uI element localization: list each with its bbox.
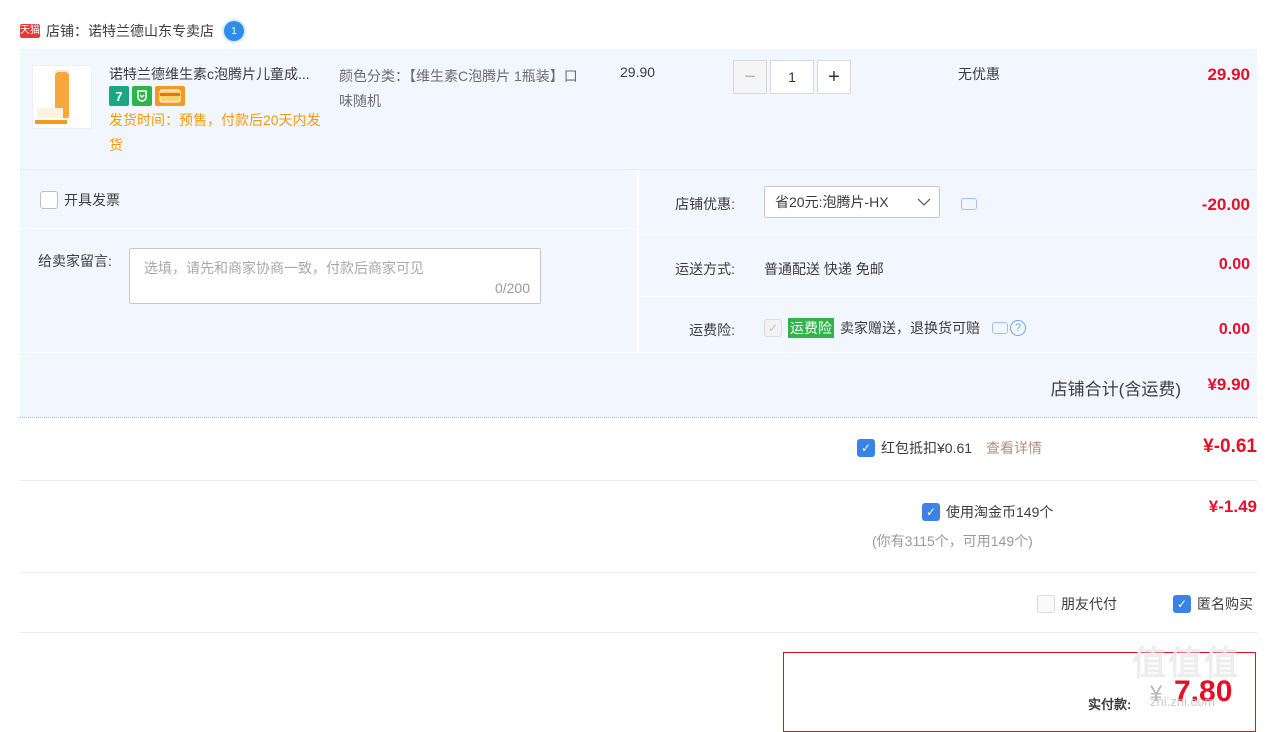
shop-coupon-amount: -20.00 [1201,195,1250,214]
shipping-amount: 0.00 [1218,256,1250,273]
invoice-label: 开具发票 [64,192,120,208]
insurance-amount: 0.00 [1218,321,1250,338]
friend-pay-checkbox[interactable] [1037,595,1055,613]
taojinbi-checkbox[interactable]: ✓ [922,503,940,521]
red-packet-option: ✓ 红包抵扣¥0.61 查看详情 [857,438,1042,458]
payment-label: 实付款: [1088,697,1132,712]
watermark-logo: 值值值 [1132,645,1240,683]
shop-subtotal-amount: ¥9.90 [1207,375,1250,394]
shop-coupon-value: 省20元:泡腾片-HX [775,194,889,210]
red-packet-checkbox[interactable]: ✓ [857,439,875,457]
item-subtotal: 29.90 [1207,65,1250,84]
friend-pay-option[interactable]: 朋友代付 [1037,594,1117,614]
quantity-input[interactable] [770,60,814,94]
shipping-method-value: 普通配送 快递 免邮 [764,261,884,277]
guarantee-icon[interactable] [132,86,152,106]
shop-coupon-label: 店铺优惠: [675,196,735,212]
shipping-method-label: 运送方式: [675,261,735,277]
help-icon[interactable]: ? [1010,320,1026,336]
wangwang-chat-icon[interactable]: 1 [224,21,244,41]
order-options-left: 开具发票 给卖家留言: 选填，请先和商家协商一致，付款后商家可见 0/200 [20,170,637,352]
invoice-checkbox[interactable] [40,191,58,209]
order-item-row: 诺特兰德维生素c泡腾片儿童成... 7 发货时间：预售，付款后20天内发货 颜色… [20,49,1257,170]
insurance-tag: 运费险 [788,318,834,338]
seller-message-textarea[interactable]: 选填，请先和商家协商一致，付款后商家可见 0/200 [129,248,541,304]
product-title-link[interactable]: 诺特兰德维生素c泡腾片儿童成... [109,64,329,84]
anonymous-option[interactable]: ✓ 匿名购买 [1173,594,1253,614]
insurance-message-icon[interactable] [992,322,1008,334]
invoice-option[interactable]: 开具发票 [40,190,120,210]
divider [20,632,1257,633]
divider [20,480,1257,481]
shop-coupon-select[interactable]: 省20元:泡腾片-HX [764,186,940,218]
shop-subtotal-row: 店铺合计(含运费) ¥9.90 [20,353,1257,418]
product-thumbnail[interactable] [32,65,92,129]
order-options-right: 店铺优惠: 省20元:泡腾片-HX -20.00 运送方式: 普通配送 快递 免… [639,170,1257,352]
divider [20,572,1257,573]
shipping-insurance-option: ✓ 运费险 卖家赠送，退换货可赔 ? [764,318,1026,338]
ship-time-notice: 发货时间：预售，付款后20天内发货 [109,112,321,153]
red-packet-details-link[interactable]: 查看详情 [986,438,1042,458]
shop-subtotal-label: 店铺合计(含运费) [1050,380,1181,399]
tmall-icon: 天猫 [20,24,40,38]
anonymous-checkbox[interactable]: ✓ [1173,595,1191,613]
red-packet-amount: ¥-0.61 [1203,436,1257,457]
message-char-count: 0/200 [494,280,530,296]
seller-message-label: 给卖家留言: [38,253,112,269]
insurance-text: 卖家赠送，退换货可赔 [840,320,980,336]
seller-message-placeholder: 选填，请先和商家协商一致，付款后商家可见 [144,260,424,276]
taojinbi-option: ✓ 使用淘金币149个 [922,502,1053,522]
shipping-insurance-label: 运费险: [689,322,735,338]
taojinbi-amount: ¥-1.49 [1208,497,1257,516]
quantity-decrease-button[interactable]: − [733,60,767,94]
insurance-checkbox: ✓ [764,319,782,337]
unit-price: 29.90 [620,64,656,80]
chevron-down-icon [917,194,931,210]
anonymous-label: 匿名购买 [1197,596,1253,612]
seven-day-return-icon[interactable]: 7 [109,86,129,106]
card-payment-icon[interactable] [155,86,185,106]
shop-name-link[interactable]: 店铺：诺特兰德山东专卖店 [46,21,214,41]
watermark-url: zhi.zhi.com [1150,694,1216,709]
product-spec: 颜色分类：【维生素C泡腾片 1瓶装】口味随机 [339,68,578,109]
taojinbi-label: 使用淘金币149个 [946,504,1054,520]
shop-header: 天猫 店铺：诺特兰德山东专卖店 1 [20,18,244,44]
coupon-message-icon[interactable] [961,198,977,210]
quantity-stepper: − + [733,60,851,94]
quantity-increase-button[interactable]: + [817,60,851,94]
friend-pay-label: 朋友代付 [1061,596,1117,612]
item-discount: 无优惠 [958,66,1000,82]
red-packet-label: 红包抵扣¥0.61 [881,440,973,456]
service-badges: 7 [109,86,185,106]
taojinbi-note: (你有3115个，可用149个) [872,533,1033,549]
